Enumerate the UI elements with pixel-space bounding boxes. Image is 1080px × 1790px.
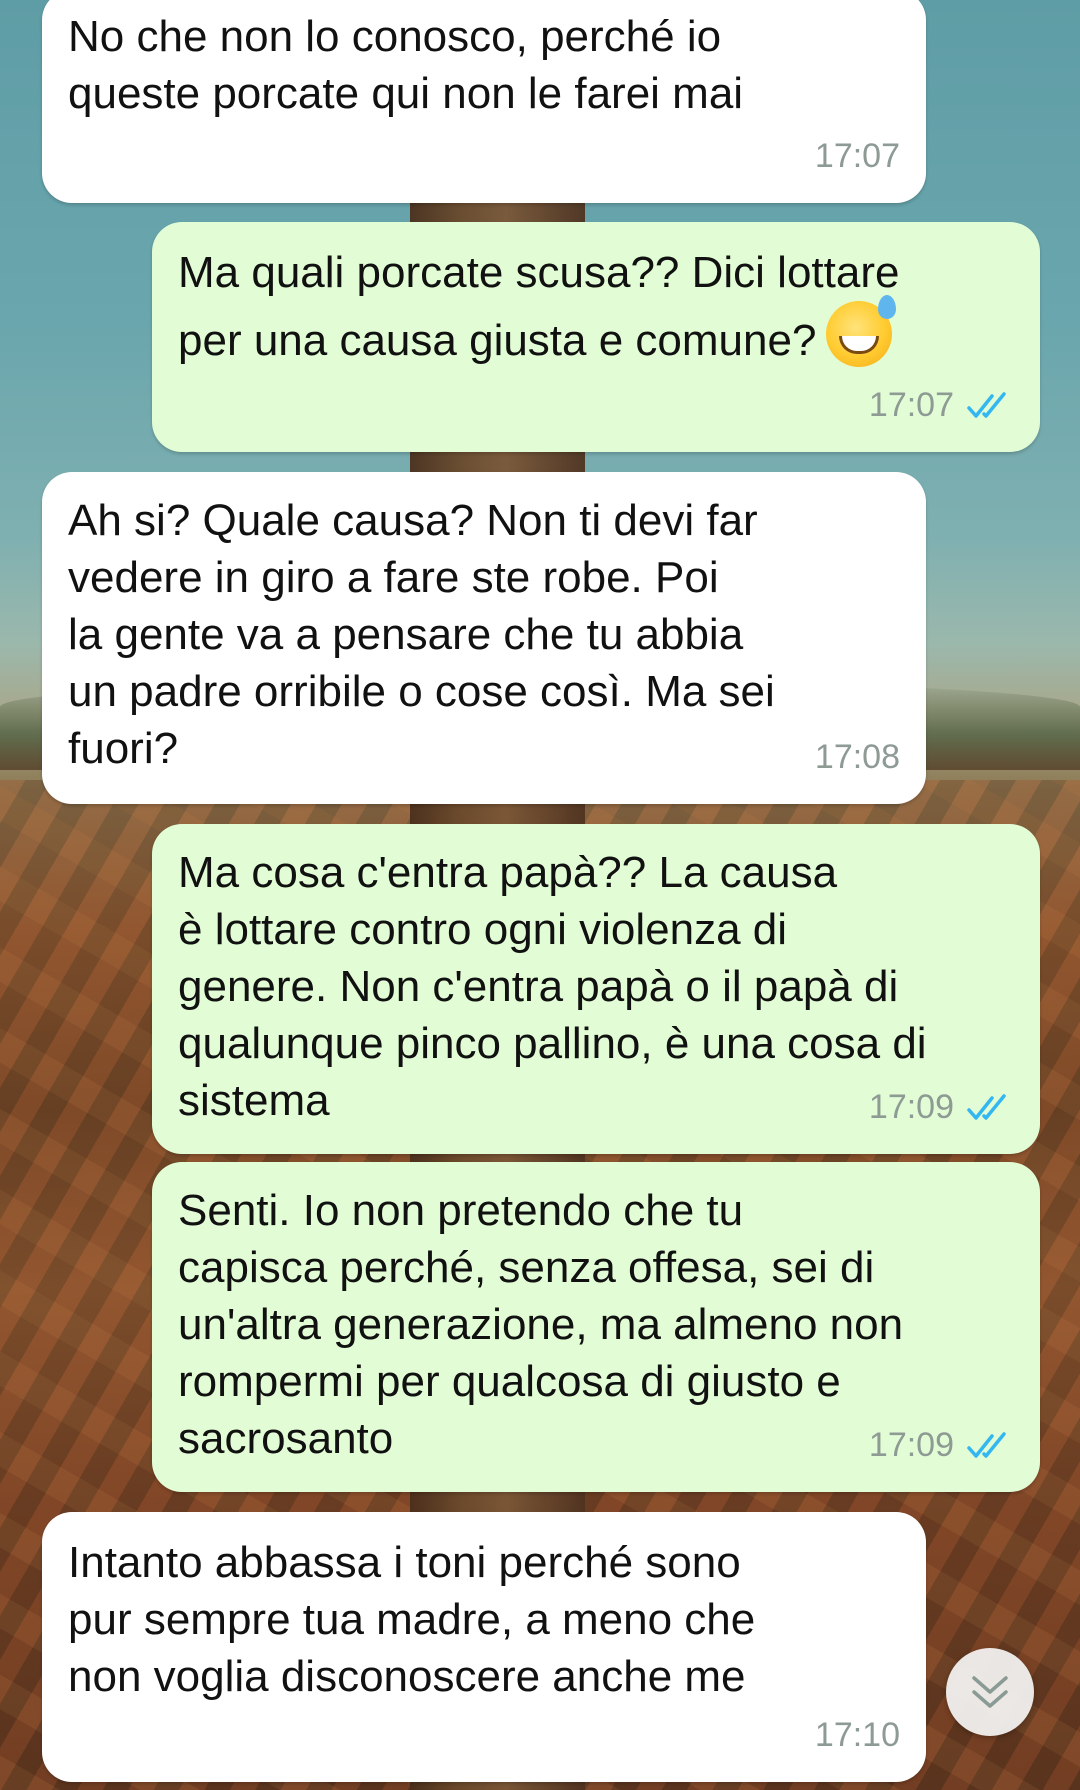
message-text-body: Ma quali porcate scusa?? Dici lottare pe… [178,248,900,365]
message-incoming[interactable]: Intanto abbassa i toni perché sono pur s… [42,1512,926,1782]
grinning-face-with-sweat-icon [826,295,897,367]
message-incoming[interactable]: No che non lo conosco, perché io queste … [42,0,926,203]
scroll-to-bottom-button[interactable] [946,1648,1034,1736]
message-outgoing[interactable]: Senti. Io non pretendo che tu capisca pe… [152,1162,1040,1492]
read-ticks-icon [967,391,1006,418]
message-time: 17:09 [868,1088,954,1126]
message-text: No che non lo conosco, perché io queste … [68,12,744,118]
message-meta: 17:09 [869,1417,1014,1474]
message-incoming[interactable]: Ah si? Quale causa? Non ti devi far vede… [42,472,926,804]
message-list[interactable]: No che non lo conosco, perché io queste … [0,0,1080,1790]
message-text: Ma quali porcate scusa?? Dici lottare pe… [178,244,1014,369]
message-text: Intanto abbassa i toni perché sono pur s… [68,1538,756,1701]
message-meta: 17:07 [815,128,900,185]
read-ticks-icon [967,1093,1006,1120]
double-chevron-down-icon [972,1676,1008,1708]
read-ticks-icon [967,1431,1006,1458]
message-time: 17:08 [814,738,900,776]
message-time: 17:07 [868,386,954,424]
message-time: 17:09 [868,1426,954,1464]
message-time: 17:10 [814,1716,900,1754]
message-meta: 17:08 [815,729,900,786]
message-outgoing[interactable]: Ma quali porcate scusa?? Dici lottare pe… [152,222,1040,452]
message-meta: 17:10 [815,1707,900,1764]
message-outgoing[interactable]: Ma cosa c'entra papà?? La causa è lottar… [152,824,1040,1154]
message-time: 17:07 [814,137,900,175]
message-meta: 17:09 [869,1079,1014,1136]
message-text: Ah si? Quale causa? Non ti devi far vede… [68,496,775,773]
message-meta: 17:07 [869,377,1014,434]
